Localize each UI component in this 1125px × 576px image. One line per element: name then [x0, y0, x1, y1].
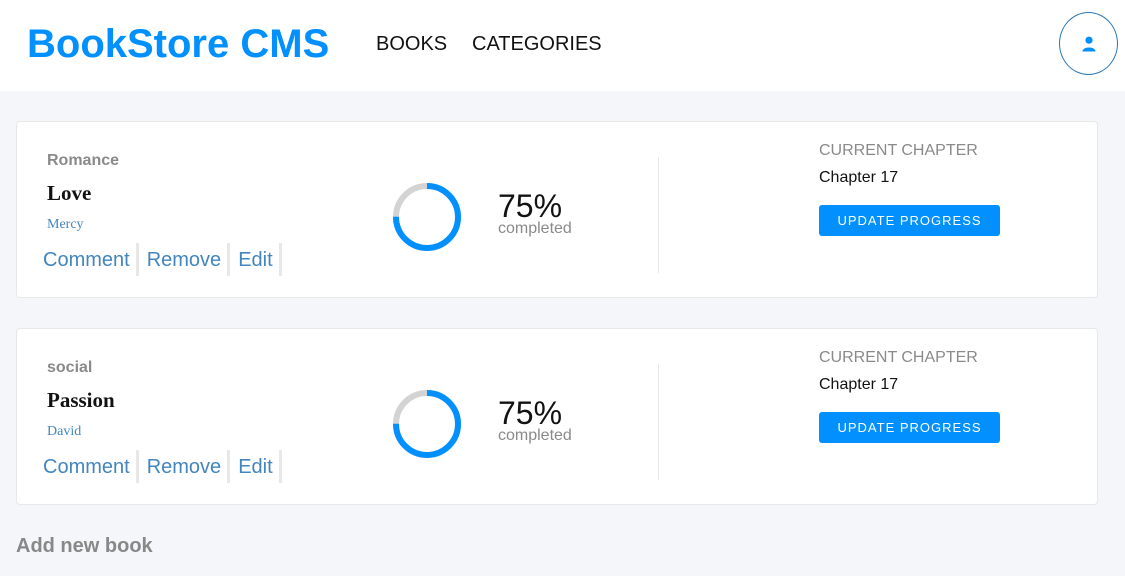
nav-categories-link[interactable]: CATEGORIES [472, 33, 602, 56]
comment-button[interactable]: Comment [38, 243, 139, 276]
remove-button[interactable]: Remove [139, 243, 231, 276]
edit-button[interactable]: Edit [230, 450, 282, 483]
book-card: Romance Love Mercy Comment Remove Edit 7… [16, 121, 1098, 298]
card-divider [658, 364, 659, 480]
user-icon [1082, 36, 1095, 51]
current-chapter-value: Chapter 17 [819, 169, 899, 186]
brand-logo[interactable]: BookStore CMS [27, 22, 329, 67]
profile-button[interactable] [1059, 12, 1118, 75]
book-author[interactable]: Mercy [47, 217, 84, 233]
progress-ring [393, 390, 461, 458]
comment-button[interactable]: Comment [38, 450, 139, 483]
book-category: Romance [47, 152, 120, 169]
update-progress-button[interactable]: UPDATE PROGRESS [819, 205, 1000, 236]
current-chapter-value: Chapter 17 [819, 376, 899, 393]
current-chapter-label: CURRENT CHAPTER [819, 349, 978, 366]
book-actions: Comment Remove Edit [38, 450, 282, 483]
book-title: Passion [47, 388, 115, 412]
update-progress-button[interactable]: UPDATE PROGRESS [819, 412, 1000, 443]
app-header: BookStore CMS BOOKS CATEGORIES [0, 0, 1125, 91]
remove-button[interactable]: Remove [139, 450, 231, 483]
book-title: Love [47, 181, 92, 205]
book-card: social Passion David Comment Remove Edit… [16, 328, 1098, 505]
progress-ring [393, 183, 461, 251]
card-divider [658, 157, 659, 273]
book-author[interactable]: David [47, 424, 81, 440]
edit-button[interactable]: Edit [230, 243, 282, 276]
add-book-heading: Add new book [16, 535, 153, 557]
progress-completed-label: completed [498, 220, 572, 237]
current-chapter-label: CURRENT CHAPTER [819, 142, 978, 159]
nav-books-link[interactable]: BOOKS [376, 33, 447, 56]
book-category: social [47, 359, 93, 376]
progress-completed-label: completed [498, 427, 572, 444]
book-actions: Comment Remove Edit [38, 243, 282, 276]
